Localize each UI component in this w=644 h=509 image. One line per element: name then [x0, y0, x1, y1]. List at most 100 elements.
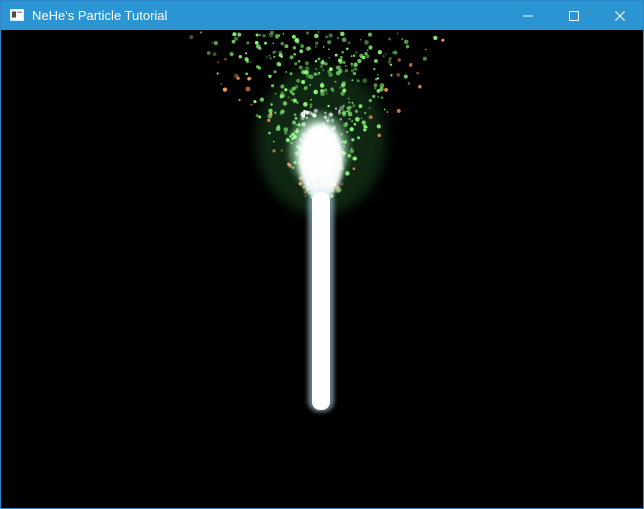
particle	[213, 40, 219, 46]
particle	[283, 127, 289, 132]
particle	[433, 36, 435, 38]
particle	[234, 36, 238, 41]
particle	[292, 86, 296, 91]
particle	[337, 111, 342, 115]
particle	[314, 41, 319, 46]
particle	[352, 167, 356, 171]
particle	[245, 72, 249, 76]
particle	[387, 59, 392, 64]
particle	[246, 41, 250, 45]
particle	[334, 80, 337, 83]
particle	[274, 111, 277, 115]
particle	[352, 104, 356, 108]
particle	[313, 33, 319, 39]
particle	[328, 33, 333, 38]
particle	[278, 63, 282, 67]
particle	[373, 86, 377, 90]
minimize-button[interactable]	[505, 1, 551, 30]
particle	[376, 124, 381, 129]
particle	[346, 109, 351, 113]
particle	[309, 84, 312, 86]
particle	[374, 59, 378, 63]
particle	[422, 56, 427, 61]
particle	[367, 32, 373, 37]
particle	[397, 58, 401, 62]
particle	[318, 71, 321, 74]
particle	[377, 133, 382, 138]
particle	[280, 84, 285, 89]
particle	[418, 84, 422, 89]
maximize-button[interactable]	[551, 1, 597, 30]
particle	[211, 41, 214, 44]
particle	[313, 89, 319, 95]
particle	[348, 105, 352, 110]
particle	[278, 50, 283, 55]
particle	[377, 50, 382, 55]
particle	[365, 126, 368, 129]
particle	[189, 35, 194, 40]
title-bar[interactable]: NeHe's Particle Tutorial	[1, 1, 643, 30]
particle	[289, 72, 293, 76]
particle	[372, 94, 376, 99]
particle	[258, 33, 262, 37]
render-viewport[interactable]	[1, 30, 643, 508]
particle	[281, 93, 286, 98]
particle	[284, 88, 288, 92]
particle	[376, 77, 380, 80]
particle	[300, 44, 304, 48]
particle	[282, 33, 285, 35]
particle	[280, 149, 284, 152]
particle	[342, 61, 346, 64]
particle	[401, 38, 404, 41]
particle	[396, 73, 401, 77]
particle	[262, 34, 266, 38]
particle	[232, 32, 237, 37]
particle	[319, 64, 324, 69]
particle	[273, 70, 277, 74]
particle	[299, 49, 304, 54]
particle	[306, 31, 310, 35]
particle	[328, 48, 330, 51]
particle	[403, 39, 409, 45]
particle	[352, 157, 356, 161]
particle	[255, 44, 261, 49]
particle	[268, 131, 271, 135]
particle	[296, 78, 300, 83]
particle	[354, 109, 359, 113]
particle	[268, 54, 271, 57]
particle	[268, 108, 273, 113]
particle	[272, 140, 275, 143]
particle	[274, 92, 277, 95]
particle-scene	[189, 30, 445, 412]
particle	[200, 31, 202, 34]
particle	[334, 107, 338, 110]
particle	[284, 44, 289, 49]
particle	[258, 115, 262, 119]
particle	[353, 67, 358, 71]
particle	[292, 98, 297, 103]
particle	[405, 45, 410, 49]
particle	[280, 109, 285, 114]
close-button[interactable]	[597, 1, 643, 30]
particle	[357, 136, 361, 140]
particle	[293, 53, 296, 56]
particle	[250, 103, 253, 107]
particle	[224, 57, 227, 61]
particle	[314, 45, 317, 48]
particle	[285, 70, 288, 74]
particle	[217, 61, 220, 64]
particle	[377, 73, 379, 76]
app-window-icon[interactable]	[10, 8, 24, 21]
particle	[309, 103, 313, 107]
particle	[380, 96, 384, 100]
particle	[238, 54, 243, 59]
particle	[388, 37, 392, 41]
particle	[222, 87, 228, 92]
particle	[347, 97, 350, 100]
particle	[355, 51, 358, 54]
particle	[259, 97, 265, 102]
particle	[296, 101, 299, 104]
particle	[348, 101, 351, 104]
particle	[350, 62, 354, 66]
particle	[388, 57, 392, 61]
